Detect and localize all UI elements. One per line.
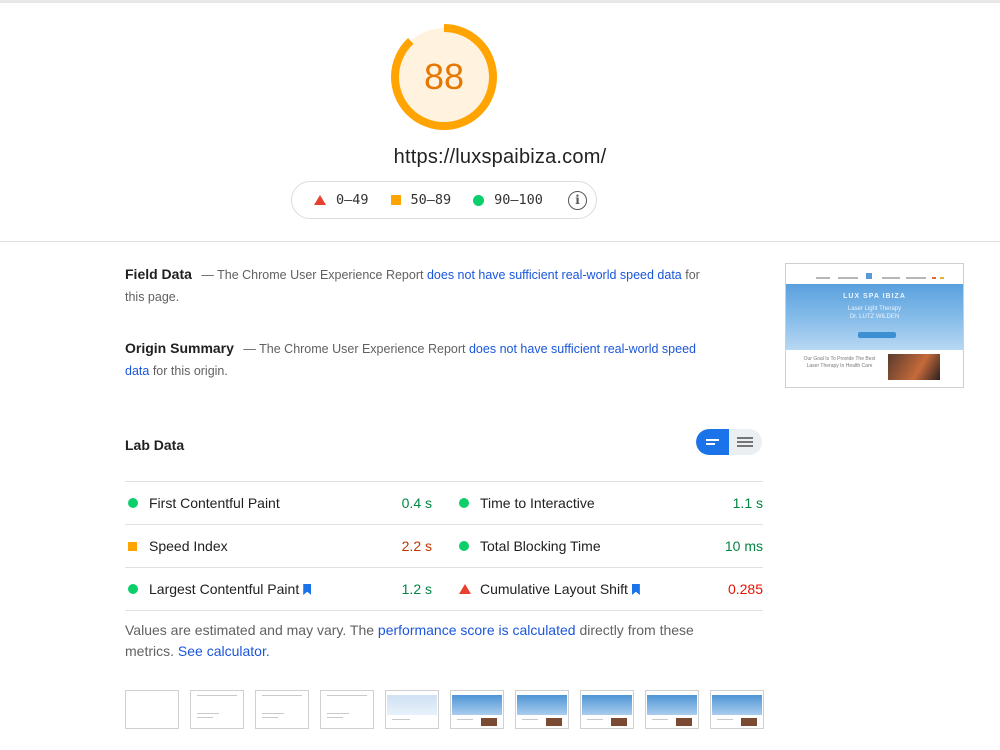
- metric-first-contentful-paint: First Contentful Paint 0.4 s: [125, 482, 432, 524]
- metric-value: 0.285: [727, 581, 763, 597]
- legend-average-label: 50–89: [410, 192, 452, 208]
- legend-pass-label: 90–100: [494, 192, 543, 208]
- top-divider: [0, 0, 1000, 3]
- origin-summary-prefix: — The Chrome User Experience Report: [243, 342, 466, 356]
- green-circle-icon: [456, 498, 476, 508]
- lab-data-title: Lab Data: [125, 437, 185, 453]
- legend-fail: 0–49: [314, 192, 369, 208]
- filmstrip-frame: [255, 690, 309, 729]
- estimate-note: Values are estimated and may vary. The p…: [125, 620, 745, 662]
- filmstrip-frame: [710, 690, 764, 729]
- info-icon[interactable]: i: [568, 191, 587, 210]
- metric-value: 0.4 s: [401, 495, 432, 511]
- metric-row: Speed Index 2.2 s Total Blocking Time 10…: [125, 525, 763, 568]
- score-legend: 0–49 50–89 90–100 i: [291, 181, 597, 219]
- green-circle-icon: [473, 194, 485, 206]
- filmstrip-frame: [190, 690, 244, 729]
- page-screenshot-thumbnail[interactable]: LUX SPA IBIZA Laser Light Therapy Dr. LU…: [785, 263, 964, 388]
- green-circle-icon: [125, 584, 145, 594]
- metric-largest-contentful-paint: Largest Contentful Paint 1.2 s: [125, 568, 432, 610]
- field-data-section: Field Data — The Chrome User Experience …: [125, 263, 710, 308]
- filmstrip-frame: [450, 690, 504, 729]
- thumbnail-hero-title: LUX SPA IBIZA: [843, 293, 906, 300]
- filmstrip-frame: [320, 690, 374, 729]
- metric-name: First Contentful Paint: [149, 495, 280, 511]
- green-circle-icon: [456, 541, 476, 551]
- filmstrip-frame: [645, 690, 699, 729]
- metric-name: Largest Contentful Paint: [149, 581, 312, 597]
- lab-metrics-grid: First Contentful Paint 0.4 s Time to Int…: [125, 481, 763, 611]
- thumbnail-nav: [786, 264, 963, 284]
- metric-value: 2.2 s: [401, 538, 432, 554]
- thumbnail-hero-line1: Laser Light Therapy: [847, 306, 902, 312]
- origin-summary-section: Origin Summary — The Chrome User Experie…: [125, 337, 710, 382]
- legend-fail-label: 0–49: [336, 192, 369, 208]
- bookmark-icon[interactable]: [631, 584, 640, 595]
- thumbnail-hero-line2: Dr. LUTZ WILDEN: [849, 314, 900, 320]
- metric-total-blocking-time: Total Blocking Time 10 ms: [456, 525, 763, 567]
- thumbnail-body: Our Goal Is To Provide The Best Laser Th…: [786, 350, 963, 387]
- red-triangle-icon: [314, 195, 326, 205]
- metric-name: Time to Interactive: [480, 495, 595, 511]
- metric-name-text: Cumulative Layout Shift: [480, 581, 628, 597]
- origin-summary-title: Origin Summary: [125, 340, 234, 356]
- load-filmstrip: [125, 690, 765, 729]
- field-data-link[interactable]: does not have sufficient real-world spee…: [427, 268, 682, 282]
- orange-square-icon: [390, 195, 401, 205]
- origin-summary-suffix: for this origin.: [152, 364, 228, 378]
- filmstrip-frame: [385, 690, 439, 729]
- metric-row: Largest Contentful Paint 1.2 s Cumulativ…: [125, 568, 763, 611]
- filmstrip-frame: [125, 690, 179, 729]
- see-calculator-link[interactable]: See calculator.: [178, 643, 270, 659]
- filmstrip-frame: [515, 690, 569, 729]
- metric-value: 10 ms: [724, 538, 763, 554]
- metric-value: 1.1 s: [732, 495, 763, 511]
- thumbnail-body-text: Our Goal Is To Provide The Best Laser Th…: [803, 356, 876, 369]
- legend-pass: 90–100: [473, 192, 543, 208]
- page-url: https://luxspaibiza.com/: [393, 146, 607, 168]
- thumbnail-body-image: [888, 354, 940, 380]
- summary-view-button[interactable]: [696, 429, 729, 455]
- metric-name: Total Blocking Time: [480, 538, 601, 554]
- performance-score-gauge: 88: [389, 22, 499, 132]
- metric-time-to-interactive: Time to Interactive 1.1 s: [456, 482, 763, 524]
- metrics-view-toggle[interactable]: [696, 429, 762, 455]
- red-triangle-icon: [456, 584, 476, 594]
- note-text-1: Values are estimated and may vary. The: [125, 622, 375, 638]
- score-value: 88: [423, 56, 465, 97]
- section-divider: [0, 241, 1000, 242]
- thumbnail-hero: LUX SPA IBIZA Laser Light Therapy Dr. LU…: [786, 284, 963, 350]
- bookmark-icon[interactable]: [303, 584, 312, 595]
- metric-speed-index: Speed Index 2.2 s: [125, 525, 432, 567]
- orange-square-icon: [125, 541, 145, 551]
- metric-value: 1.2 s: [401, 581, 432, 597]
- metric-row: First Contentful Paint 0.4 s Time to Int…: [125, 482, 763, 525]
- field-data-prefix: — The Chrome User Experience Report: [201, 268, 424, 282]
- green-circle-icon: [125, 498, 145, 508]
- field-data-title: Field Data: [125, 266, 192, 282]
- thumbnail-hero-button: [858, 332, 896, 338]
- metric-name: Speed Index: [149, 538, 228, 554]
- filmstrip-frame: [580, 690, 634, 729]
- score-calculation-link[interactable]: performance score is calculated: [378, 622, 576, 638]
- metric-name-text: Largest Contentful Paint: [149, 581, 300, 597]
- legend-average: 50–89: [390, 192, 452, 208]
- metric-cumulative-layout-shift: Cumulative Layout Shift 0.285: [456, 568, 763, 610]
- metric-name: Cumulative Layout Shift: [480, 581, 640, 597]
